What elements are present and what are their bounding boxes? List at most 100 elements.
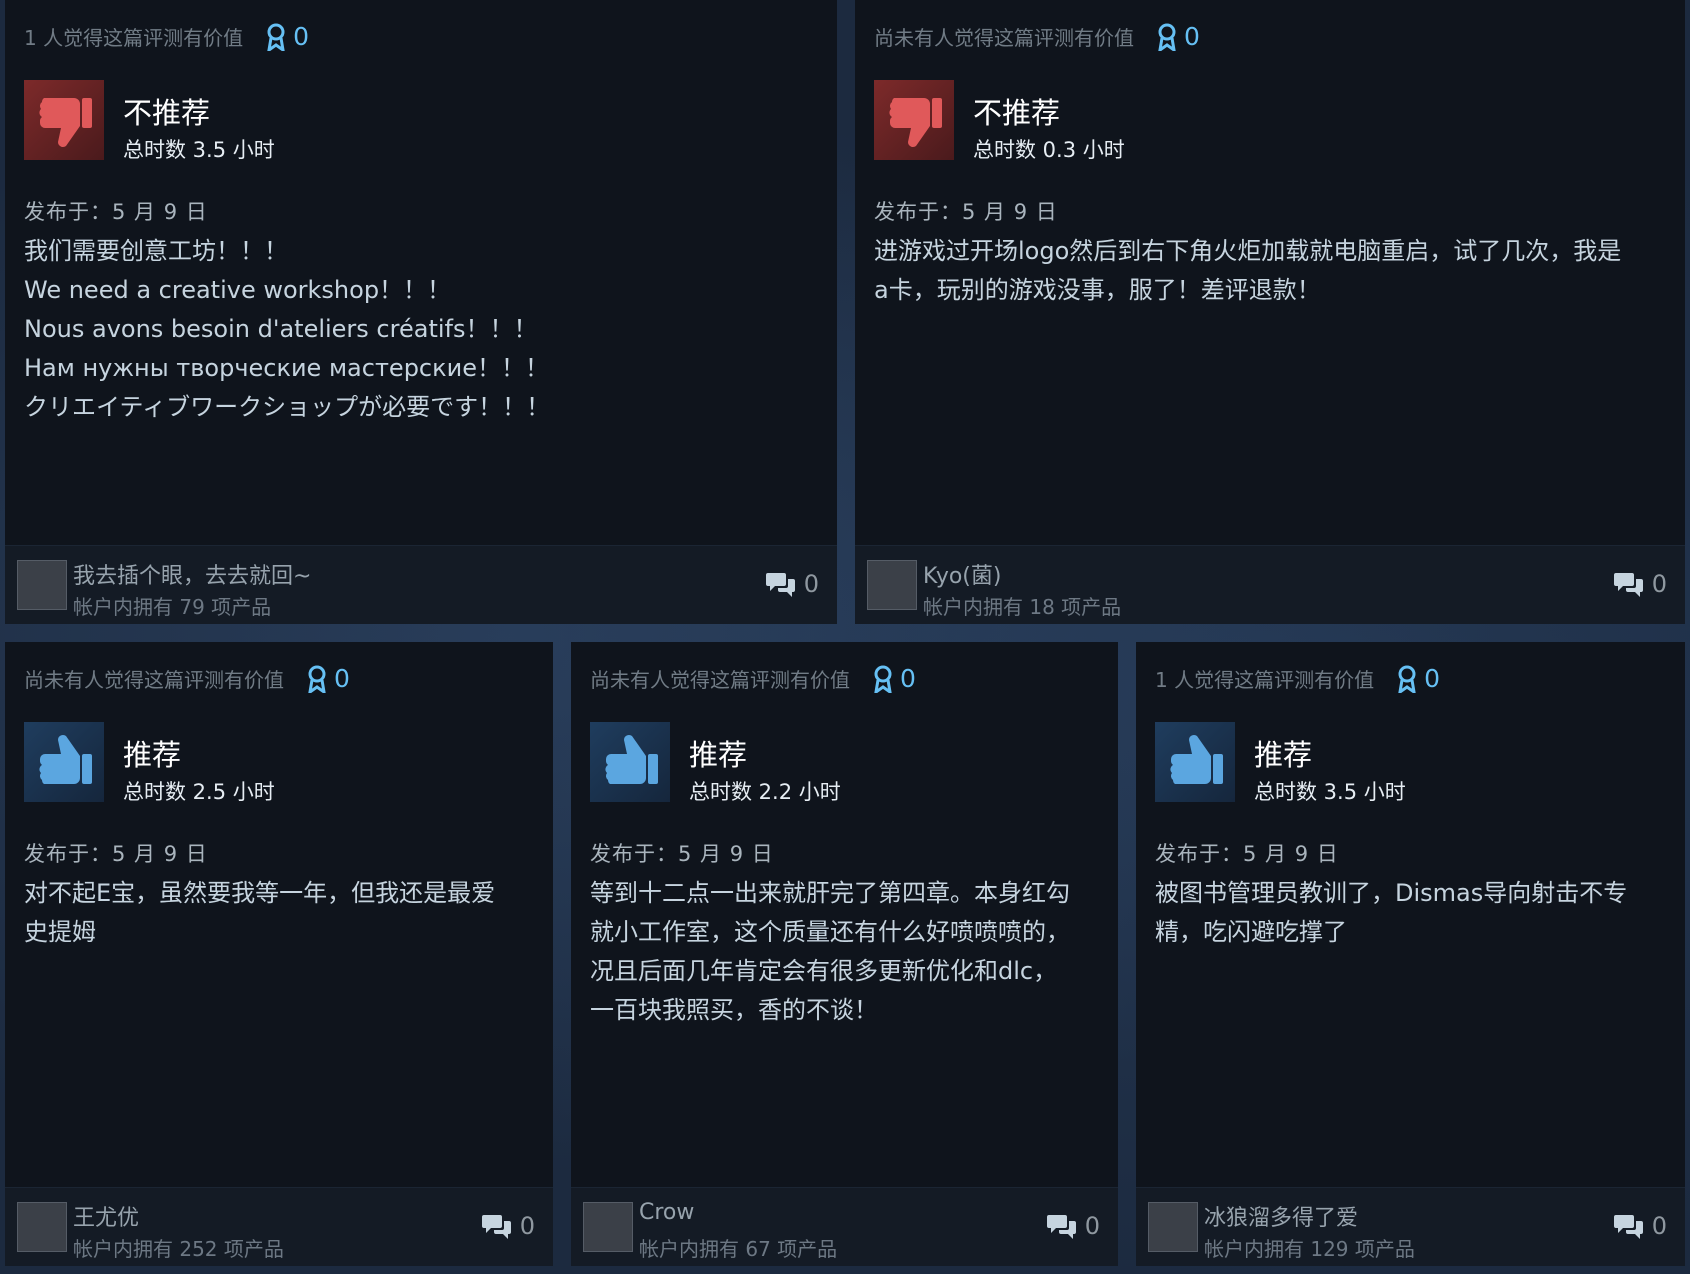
review-footer: Crow 帐户内拥有 67 项产品 0 — [571, 1187, 1118, 1266]
review-content: 等到十二点一出来就肝完了第四章。本身红勾 就小工作室，这个质量还有什么好喷喷喷的… — [590, 874, 1098, 1030]
helpful-count: 尚未有人觉得这篇评测有价值 0 — [24, 664, 350, 693]
review-card: 1 人觉得这篇评测有价值 0 推荐 总时数 3.5 小时 发布于：5 月 9 日… — [1136, 642, 1685, 1266]
author-name[interactable]: 王尤优 — [73, 1200, 139, 1232]
review-line: 被图书管理员教训了，Dismas导向射击不专 — [1155, 879, 1628, 907]
award-ribbon-icon — [874, 665, 892, 693]
comments-button[interactable]: 0 — [481, 1212, 535, 1240]
review-line: We need a creative workshop！！！ — [24, 276, 452, 304]
review-card: 尚未有人觉得这篇评测有价值 0 推荐 总时数 2.5 小时 发布于：5 月 9 … — [5, 642, 553, 1266]
review-content: 我们需要创意工坊！！！ We need a creative workshop！… — [24, 232, 817, 427]
posted-date: 发布于：5 月 9 日 — [1155, 842, 1339, 866]
avatar[interactable] — [1148, 1202, 1198, 1252]
review-line: 就小工作室，这个质量还有什么好喷喷喷的， — [590, 918, 1070, 946]
author-name[interactable]: Crow — [639, 1200, 694, 1225]
award-count: 0 — [1184, 22, 1200, 51]
review-line: 我们需要创意工坊！！！ — [24, 237, 288, 265]
helpful-count: 1 人觉得这篇评测有价值 0 — [1155, 664, 1440, 693]
posted-date: 发布于：5 月 9 日 — [24, 200, 208, 224]
review-line: Нам нужны творческие мастерские！！！ — [24, 354, 549, 382]
playtime: 总时数 3.5 小时 — [123, 138, 275, 162]
award-button[interactable]: 0 — [1156, 22, 1200, 51]
award-button[interactable]: 0 — [872, 664, 916, 693]
posted-date: 发布于：5 月 9 日 — [590, 842, 774, 866]
review-content: 被图书管理员教训了，Dismas导向射击不专 精，吃闪避吃撑了 — [1155, 874, 1665, 952]
award-ribbon-icon — [1398, 665, 1416, 693]
products-owned: 帐户内拥有 18 项产品 — [923, 595, 1122, 619]
review-line: 进游戏过开场logo然后到右下角火炬加载就电脑重启，试了几次，我是 — [874, 237, 1622, 265]
vote-title: 推荐 — [689, 738, 748, 772]
award-ribbon-icon — [1158, 23, 1176, 51]
review-footer: Kyo(菌) 帐户内拥有 18 项产品 0 — [855, 545, 1685, 624]
review-line: Nous avons besoin d'ateliers créatifs！！！ — [24, 315, 538, 343]
helpful-count: 尚未有人觉得这篇评测有价值 0 — [874, 22, 1200, 51]
helpful-text: 尚未有人觉得这篇评测有价值 — [590, 668, 850, 692]
thumbs-down-icon — [874, 80, 954, 160]
author-name[interactable]: 冰狼溜多得了爱 — [1204, 1200, 1358, 1232]
comments-button[interactable]: 0 — [765, 570, 819, 598]
helpful-text: 尚未有人觉得这篇评测有价值 — [24, 668, 284, 692]
review-line: 精，吃闪避吃撑了 — [1155, 918, 1347, 946]
review-footer: 冰狼溜多得了爱 帐户内拥有 129 项产品 0 — [1136, 1187, 1685, 1266]
review-line: 对不起E宝，虽然要我等一年，但我还是最爱 — [24, 879, 496, 907]
comment-count: 0 — [1084, 1212, 1100, 1240]
review-card: 1 人觉得这篇评测有价值 0 不推荐 总时数 3.5 小时 发布于：5 月 9 … — [5, 0, 837, 624]
posted-date: 发布于：5 月 9 日 — [874, 200, 1058, 224]
avatar[interactable] — [17, 1202, 67, 1252]
award-count: 0 — [293, 22, 309, 51]
speech-bubbles-icon — [481, 1215, 511, 1239]
products-owned: 帐户内拥有 252 项产品 — [73, 1237, 284, 1261]
helpful-text: 1 人觉得这篇评测有价值 — [24, 26, 244, 50]
comments-button[interactable]: 0 — [1613, 1212, 1667, 1240]
products-owned: 帐户内拥有 79 项产品 — [73, 595, 272, 619]
avatar[interactable] — [583, 1202, 633, 1252]
helpful-text: 1 人觉得这篇评测有价值 — [1155, 668, 1375, 692]
vote-title: 不推荐 — [973, 96, 1061, 130]
award-button[interactable]: 0 — [1396, 664, 1440, 693]
speech-bubbles-icon — [1613, 1215, 1643, 1239]
speech-bubbles-icon — [1613, 573, 1643, 597]
playtime: 总时数 2.5 小时 — [123, 780, 275, 804]
comment-count: 0 — [519, 1212, 535, 1240]
author-name[interactable]: 我去插个眼，去去就回~ — [73, 558, 311, 590]
thumbs-up-icon — [1155, 722, 1235, 802]
thumbs-down-icon — [24, 80, 104, 160]
products-owned: 帐户内拥有 129 项产品 — [1204, 1237, 1415, 1261]
review-line: 史提姆 — [24, 918, 96, 946]
helpful-text: 尚未有人觉得这篇评测有价值 — [874, 26, 1134, 50]
vote-title: 推荐 — [123, 738, 182, 772]
posted-date: 发布于：5 月 9 日 — [24, 842, 208, 866]
review-card: 尚未有人觉得这篇评测有价值 0 推荐 总时数 2.2 小时 发布于：5 月 9 … — [571, 642, 1118, 1266]
award-count: 0 — [1424, 664, 1440, 693]
playtime: 总时数 2.2 小时 — [689, 780, 841, 804]
products-owned: 帐户内拥有 67 项产品 — [639, 1237, 838, 1261]
award-ribbon-icon — [267, 23, 285, 51]
speech-bubbles-icon — [765, 573, 795, 597]
vote-title: 推荐 — [1254, 738, 1313, 772]
author-name[interactable]: Kyo(菌) — [923, 558, 1001, 590]
thumbs-up-icon — [24, 722, 104, 802]
speech-bubbles-icon — [1046, 1215, 1076, 1239]
review-content: 对不起E宝，虽然要我等一年，但我还是最爱 史提姆 — [24, 874, 533, 952]
review-line: 等到十二点一出来就肝完了第四章。本身红勾 — [590, 879, 1070, 907]
thumbs-up-icon — [590, 722, 670, 802]
comment-count: 0 — [1651, 1212, 1667, 1240]
comment-count: 0 — [803, 570, 819, 598]
award-button[interactable]: 0 — [265, 22, 309, 51]
avatar[interactable] — [17, 560, 67, 610]
comments-button[interactable]: 0 — [1046, 1212, 1100, 1240]
award-button[interactable]: 0 — [306, 664, 350, 693]
review-line: クリエイティブワークショップが必要です！！！ — [24, 393, 551, 421]
helpful-count: 尚未有人觉得这篇评测有价值 0 — [590, 664, 916, 693]
award-ribbon-icon — [308, 665, 326, 693]
review-footer: 我去插个眼，去去就回~ 帐户内拥有 79 项产品 0 — [5, 545, 837, 624]
comment-count: 0 — [1651, 570, 1667, 598]
review-line: 况且后面几年肯定会有很多更新优化和dlc， — [590, 957, 1058, 985]
playtime: 总时数 0.3 小时 — [973, 138, 1125, 162]
review-footer: 王尤优 帐户内拥有 252 项产品 0 — [5, 1187, 553, 1266]
review-card: 尚未有人觉得这篇评测有价值 0 不推荐 总时数 0.3 小时 发布于：5 月 9… — [855, 0, 1685, 624]
review-line: a卡，玩别的游戏没事，服了！差评退款！ — [874, 276, 1321, 304]
avatar[interactable] — [867, 560, 917, 610]
review-line: 一百块我照买，香的不谈！ — [590, 996, 878, 1024]
vote-title: 不推荐 — [123, 96, 211, 130]
comments-button[interactable]: 0 — [1613, 570, 1667, 598]
